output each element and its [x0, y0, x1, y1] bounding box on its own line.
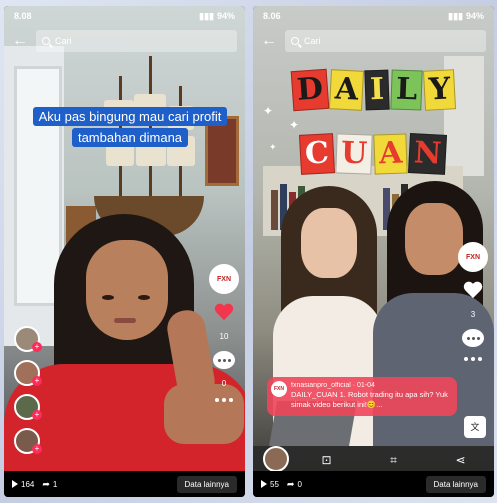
views-stat: 55	[261, 480, 279, 489]
video-caption-text: Aku pas bingung mau cari profit tambahan…	[32, 107, 228, 147]
crop-icon[interactable]: ⌗	[386, 452, 402, 468]
creator-avatar[interactable]: FXN	[458, 242, 488, 272]
title-letter: D	[290, 68, 329, 112]
sparkle-icon: ✦	[289, 118, 300, 132]
search-icon	[291, 37, 299, 45]
action-rail: FXN 10 0	[209, 264, 239, 402]
title-letter: A	[373, 133, 409, 175]
title-letter: N	[408, 133, 448, 175]
left-phone-screen: 8.08 ▮▮▮ 94% ← Cari Aku pas bingung mau …	[4, 6, 245, 497]
share-icon: ➦	[42, 478, 50, 489]
comment-avatar: FXN	[271, 381, 287, 397]
mini-avatars: + + + +	[14, 326, 42, 454]
search-icon	[42, 37, 50, 45]
more-icon[interactable]	[215, 398, 233, 402]
comment-icon[interactable]	[213, 351, 235, 369]
avatar[interactable]: +	[14, 326, 42, 352]
signal-icon: ▮▮▮	[199, 10, 214, 21]
view-count: 55	[270, 479, 279, 489]
avatar[interactable]: +	[14, 428, 42, 454]
sparkle-icon: ✦	[269, 142, 277, 152]
like-count: 10	[219, 332, 229, 341]
comment-icon[interactable]	[462, 329, 484, 347]
status-time: 8.06	[263, 11, 281, 21]
search-input[interactable]: Cari	[36, 30, 237, 52]
search-bar: ← Cari	[253, 28, 494, 54]
like-count: 3	[470, 310, 476, 319]
avatar[interactable]	[263, 446, 289, 472]
shares-stat: ➦ 0	[287, 479, 302, 490]
views-stat: 164	[12, 480, 34, 489]
search-input[interactable]: Cari	[285, 30, 486, 52]
status-time: 8.08	[14, 11, 32, 21]
battery-level: 94%	[465, 11, 484, 21]
status-icons: ▮▮▮ 94%	[448, 11, 484, 22]
signal-icon: ▮▮▮	[448, 10, 463, 21]
creator-avatar[interactable]: FXN	[209, 264, 239, 294]
more-data-button[interactable]: Data lainnya	[425, 475, 486, 493]
share-icon: ➦	[286, 478, 295, 489]
heart-icon[interactable]	[214, 304, 234, 322]
sparkle-icon: ✦	[263, 104, 274, 118]
more-data-button[interactable]: Data lainnya	[176, 475, 237, 493]
screenshot-collage: 8.08 ▮▮▮ 94% ← Cari Aku pas bingung mau …	[0, 0, 497, 503]
back-arrow-icon[interactable]: ←	[12, 32, 28, 50]
view-count: 164	[21, 479, 35, 489]
scan-icon[interactable]: ⊡	[319, 452, 335, 468]
avatar[interactable]: +	[14, 394, 42, 420]
status-icons: ▮▮▮ 94%	[199, 11, 235, 22]
title-letter: C	[299, 133, 336, 175]
title-letter: Y	[422, 69, 457, 111]
action-rail: FXN 3	[458, 242, 488, 361]
right-phone-screen: 8.06 ▮▮▮ 94% ← Cari D A I L Y C U A N ✦ …	[253, 6, 494, 497]
search-placeholder: Cari	[304, 36, 321, 46]
title-letter: A	[328, 69, 364, 111]
bottom-bar: 164 ➦ 1 Data lainnya	[4, 471, 245, 497]
status-bar: 8.06 ▮▮▮ 94%	[253, 6, 494, 26]
comment-text: DAILY_CUAN 1. Robot trading itu apa sih?…	[291, 390, 448, 409]
play-icon	[12, 480, 18, 488]
battery-level: 94%	[216, 11, 235, 21]
more-icon[interactable]	[464, 357, 482, 361]
title-cuan: C U A N	[253, 133, 494, 175]
comment-user: fxnasianpro_official · 01-04	[291, 382, 375, 389]
comment-overlay[interactable]: FXN fxnasianpro_official · 01-04 DAILY_C…	[267, 377, 457, 416]
person-girl	[4, 214, 245, 474]
back-arrow-icon[interactable]: ←	[261, 32, 277, 50]
translate-icon[interactable]: 文	[464, 416, 486, 438]
share-count: 0	[297, 479, 302, 489]
search-placeholder: Cari	[55, 36, 72, 46]
comment-count: 0	[221, 379, 227, 388]
title-letter: I	[364, 69, 390, 111]
avatar[interactable]: +	[14, 360, 42, 386]
share-count: 1	[52, 479, 58, 489]
status-bar: 8.08 ▮▮▮ 94%	[4, 6, 245, 26]
play-icon	[261, 480, 267, 488]
title-letter: L	[390, 69, 423, 111]
bottom-bar: 55 ➦ 0 Data lainnya	[253, 471, 494, 497]
video-toolbar: ⊡ ⌗ ⋖	[253, 446, 494, 474]
heart-icon[interactable]	[463, 282, 483, 300]
shares-stat: ➦ 1	[42, 479, 57, 490]
title-daily: D A I L Y	[253, 68, 494, 112]
share-icon[interactable]: ⋖	[453, 452, 469, 468]
search-bar: ← Cari	[4, 28, 245, 54]
video-caption: Aku pas bingung mau cari profit tambahan…	[30, 106, 230, 148]
title-letter: U	[335, 133, 373, 175]
